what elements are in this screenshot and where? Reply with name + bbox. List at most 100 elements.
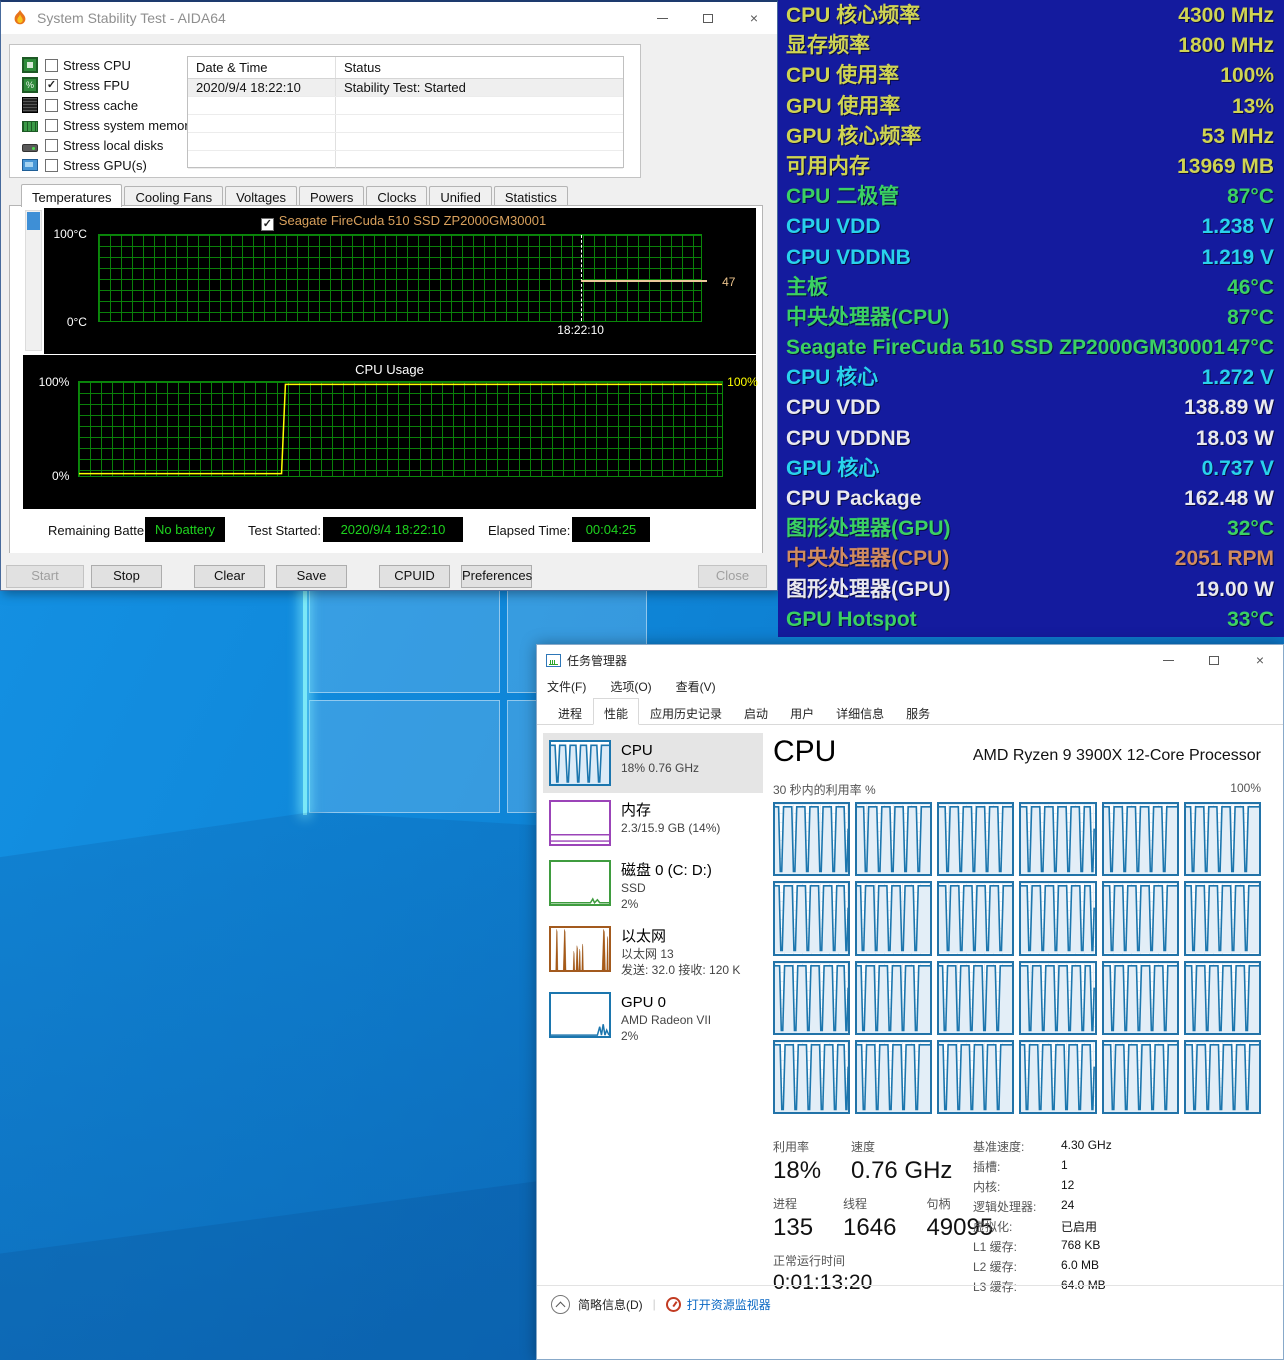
tm-tab-2[interactable]: 应用历史记录	[639, 698, 733, 724]
temp-value-label: 47	[722, 275, 735, 289]
stress-option-memory[interactable]: Stress system memory	[22, 115, 195, 135]
cpuid-button[interactable]: CPUID	[379, 565, 450, 588]
log-cell-datetime	[188, 115, 336, 132]
stat-row-3: 逻辑处理器:24	[973, 1198, 1112, 1218]
summary-toggle[interactable]: 简略信息(D)	[578, 1296, 643, 1313]
menu-0[interactable]: 文件(F)	[547, 678, 586, 695]
clear-button[interactable]: Clear	[194, 565, 265, 588]
tm-tab-6[interactable]: 服务	[895, 698, 941, 724]
collapse-details-icon[interactable]	[551, 1295, 570, 1314]
stress-option-fpu[interactable]: ✓ Stress FPU	[22, 75, 195, 95]
sensor-label: 主板	[786, 277, 828, 298]
stat-label: 利用率	[773, 1138, 821, 1155]
sidebar-item-text: GPU 0AMD Radeon VII2%	[621, 992, 711, 1044]
menu-2[interactable]: 查看(V)	[676, 678, 716, 695]
tm-tab-0[interactable]: 进程	[547, 698, 593, 724]
stat-row-1: 插槽:1	[973, 1158, 1112, 1178]
sensor-row: 中央处理器(CPU)87°C	[786, 307, 1274, 328]
checkbox[interactable]	[45, 59, 58, 72]
aida64-tab-strip: TemperaturesCooling FansVoltagesPowersCl…	[21, 184, 570, 207]
resource-monitor-icon[interactable]	[666, 1297, 681, 1312]
tm-tab-1[interactable]: 性能	[593, 698, 639, 725]
sidebar-item-text: 内存2.3/15.9 GB (14%)	[621, 800, 720, 846]
sensor-row: CPU 核心1.272 V	[786, 367, 1274, 388]
sensor-label: 图形处理器(GPU)	[786, 579, 951, 600]
core-usage-cell	[773, 802, 850, 876]
legend-checkbox[interactable]: ✓	[261, 218, 274, 231]
save-button[interactable]: Save	[276, 565, 347, 588]
log-row-empty	[188, 133, 623, 151]
sidebar-item-mem[interactable]: 内存2.3/15.9 GB (14%)	[543, 793, 763, 853]
sensor-label: Seagate FireCuda 510 SSD ZP2000GM30001	[786, 337, 1225, 358]
resource-monitor-link[interactable]: 打开资源监视器	[687, 1296, 771, 1313]
tm-tab-4[interactable]: 用户	[779, 698, 825, 724]
core-usage-cell	[1102, 881, 1179, 955]
tab-temperatures[interactable]: Temperatures	[21, 184, 122, 207]
sidebar-item-disk[interactable]: 磁盘 0 (C: D:)SSD2%	[543, 853, 763, 919]
core-usage-cell	[1102, 802, 1179, 876]
task-manager-footer: 简略信息(D) | 打开资源监视器	[537, 1285, 1283, 1322]
sensor-label: CPU 二极管	[786, 186, 899, 207]
checkbox[interactable]: ✓	[45, 79, 58, 92]
sensor-value: 13969 MB	[1177, 156, 1274, 177]
test-started-label: Test Started:	[248, 523, 321, 538]
sidebar-item-eth[interactable]: 以太网以太网 13发送: 32.0 接收: 120 K	[543, 919, 763, 985]
maximize-icon[interactable]	[685, 2, 731, 34]
memory-icon	[22, 121, 38, 132]
stress-option-gpu[interactable]: Stress GPU(s)	[22, 155, 195, 175]
log-cell-status: Stability Test: Started	[336, 79, 466, 96]
log-cell-datetime	[188, 133, 336, 150]
stat-label: 插槽:	[973, 1158, 1061, 1178]
maximize-icon[interactable]	[1191, 645, 1237, 675]
sidebar-item-gpu[interactable]: GPU 0AMD Radeon VII2%	[543, 985, 763, 1051]
usage-chart-title: CPU Usage	[23, 362, 756, 377]
tm-tab-5[interactable]: 详细信息	[825, 698, 895, 724]
stat-label: 逻辑处理器:	[973, 1198, 1061, 1218]
core-usage-cell	[937, 1040, 1014, 1114]
sensor-value: 32°C	[1227, 518, 1274, 539]
sensor-row: 显存频率1800 MHz	[786, 35, 1274, 56]
sensor-label: CPU 核心	[786, 367, 878, 388]
minimize-icon[interactable]	[1145, 645, 1191, 675]
stress-option-cpu[interactable]: Stress CPU	[22, 55, 195, 75]
temperature-chart: ✓Seagate FireCuda 510 SSD ZP2000GM30001 …	[44, 208, 756, 354]
sensor-value: 162.48 W	[1184, 488, 1274, 509]
stop-button[interactable]: Stop	[91, 565, 162, 588]
stress-option-disk[interactable]: Stress local disks	[22, 135, 195, 155]
sidebar-item-cpu[interactable]: CPU18% 0.76 GHz	[543, 733, 763, 793]
close-icon[interactable]: ×	[731, 2, 777, 34]
checkbox[interactable]	[45, 139, 58, 152]
checkbox[interactable]	[45, 159, 58, 172]
tm-tab-3[interactable]: 启动	[733, 698, 779, 724]
wallpaper-window-pane	[309, 700, 500, 813]
sidebar-item-text: 磁盘 0 (C: D:)SSD2%	[621, 860, 712, 912]
minimize-icon[interactable]	[639, 2, 685, 34]
stress-option-label: Stress cache	[63, 98, 138, 113]
checkbox[interactable]	[45, 119, 58, 132]
task-manager-window: 任务管理器 × 文件(F) 选项(O) 查看(V) 进程性能应用历史记录启动用户详细…	[536, 644, 1284, 1360]
stat-label: L1 缓存:	[973, 1238, 1061, 1258]
core-usage-cell	[1102, 1040, 1179, 1114]
stress-option-cache[interactable]: Stress cache	[22, 95, 195, 115]
sensor-value: 100%	[1220, 65, 1274, 86]
log-row[interactable]: 2020/9/4 18:22:10Stability Test: Started	[188, 79, 623, 97]
scrollbar-thumb[interactable]	[27, 212, 40, 230]
sensor-label: GPU Hotspot	[786, 609, 917, 630]
close-icon[interactable]: ×	[1237, 645, 1283, 675]
graph-scrollbar[interactable]	[25, 210, 42, 351]
preferences-button[interactable]: Preferences	[461, 565, 532, 588]
task-manager-menubar: 文件(F) 选项(O) 查看(V)	[537, 675, 1283, 698]
stability-log-table: Date & Time Status 2020/9/4 18:22:10Stab…	[187, 56, 624, 168]
stress-option-label: Stress FPU	[63, 78, 129, 93]
task-manager-titlebar: 任务管理器 ×	[537, 645, 1283, 675]
core-usage-cell	[1184, 802, 1261, 876]
sensor-value: 13%	[1232, 96, 1274, 117]
log-cell-status	[336, 97, 344, 114]
stat-label: 线程	[843, 1195, 896, 1212]
menu-1[interactable]: 选项(O)	[610, 678, 651, 695]
stat-速度: 速度0.76 GHz	[851, 1138, 952, 1185]
checkbox[interactable]	[45, 99, 58, 112]
sidebar-item-line: 2.3/15.9 GB (14%)	[621, 820, 720, 836]
cache-icon	[22, 97, 38, 113]
stat-value: 24	[1061, 1198, 1074, 1218]
